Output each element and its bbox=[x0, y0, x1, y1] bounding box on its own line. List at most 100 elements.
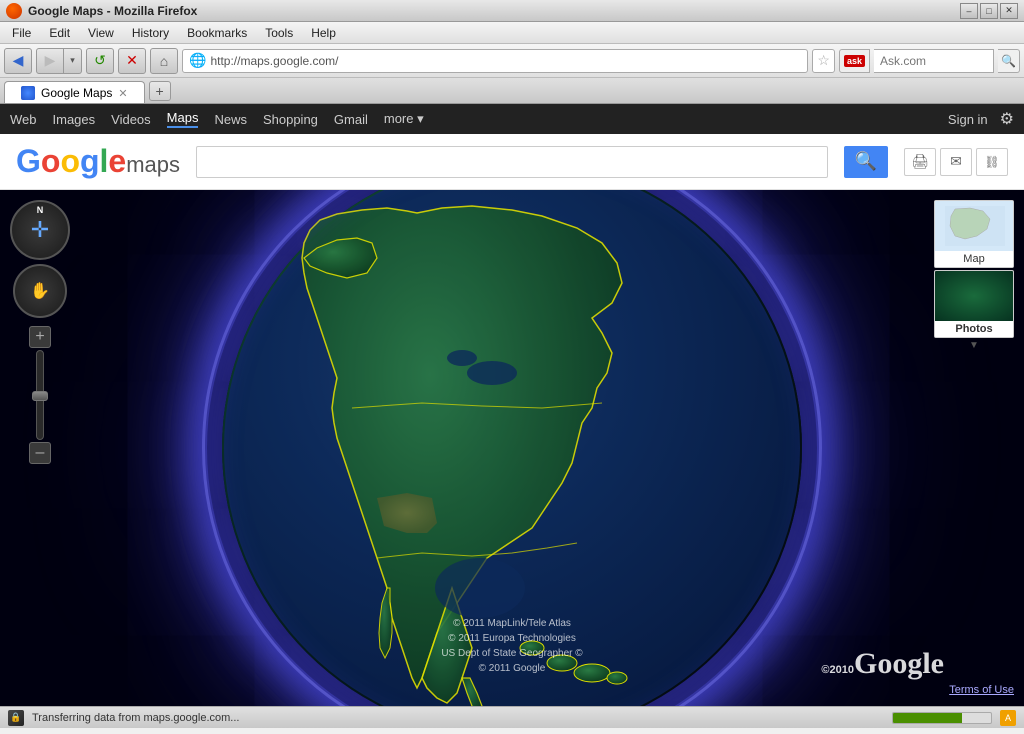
zoom-out-button[interactable]: – bbox=[29, 442, 51, 464]
zoom-thumb[interactable] bbox=[32, 391, 48, 401]
email-icon: ✉ bbox=[950, 153, 962, 170]
menu-help[interactable]: Help bbox=[303, 24, 344, 42]
minimize-button[interactable]: – bbox=[960, 3, 978, 19]
watermark-copy: ©2010 bbox=[821, 664, 854, 676]
terms-of-use-link[interactable]: Terms of Use bbox=[949, 684, 1014, 696]
google-bar-maps[interactable]: Maps bbox=[167, 110, 199, 128]
watermark-text: Google bbox=[854, 647, 944, 680]
progress-fill bbox=[893, 713, 962, 723]
map-search-input[interactable] bbox=[196, 146, 828, 178]
email-button[interactable]: ✉ bbox=[940, 148, 972, 176]
print-icon: 🖨 bbox=[911, 153, 929, 170]
compass-control[interactable]: N ✛ bbox=[10, 200, 70, 260]
google-bar-news[interactable]: News bbox=[214, 112, 247, 127]
status-icon: 🔒 bbox=[8, 710, 24, 726]
close-button[interactable]: ✕ bbox=[1000, 3, 1018, 19]
window-controls[interactable]: – □ ✕ bbox=[960, 3, 1018, 19]
tool-buttons: 🖨 ✉ ⛓ bbox=[904, 148, 1008, 176]
logo-o1: o bbox=[41, 143, 61, 179]
back-button[interactable]: ◀ bbox=[4, 48, 32, 74]
forward-button[interactable]: ▶ bbox=[36, 48, 64, 74]
addon-icon[interactable]: A bbox=[1000, 710, 1016, 726]
map-type-map-thumbnail bbox=[935, 201, 1013, 251]
status-bar: 🔒 Transferring data from maps.google.com… bbox=[0, 706, 1024, 728]
link-icon: ⛓ bbox=[984, 155, 999, 169]
status-text: Transferring data from maps.google.com..… bbox=[32, 712, 884, 724]
tab-title: Google Maps bbox=[41, 86, 112, 100]
google-bar-videos[interactable]: Videos bbox=[111, 112, 151, 127]
pan-icon: ✋ bbox=[30, 281, 50, 301]
zoom-slider: + – bbox=[29, 326, 51, 464]
forward-dropdown[interactable]: ▾ bbox=[64, 48, 82, 74]
menu-tools[interactable]: Tools bbox=[257, 24, 301, 42]
menu-bookmarks[interactable]: Bookmarks bbox=[179, 24, 255, 42]
nav-bar: ◀ ▶ ▾ ↺ ✕ ⌂ 🌐 http://maps.google.com/ ☆ … bbox=[0, 44, 1024, 78]
globe-map-svg bbox=[222, 190, 802, 706]
tab-favicon bbox=[21, 86, 35, 100]
title-bar-left: Google Maps - Mozilla Firefox bbox=[6, 3, 197, 19]
map-type-photos-label: Photos bbox=[935, 321, 1013, 337]
menu-history[interactable]: History bbox=[124, 24, 177, 42]
map-type-map-label: Map bbox=[935, 251, 1013, 267]
menu-bar: File Edit View History Bookmarks Tools H… bbox=[0, 22, 1024, 44]
tab-close-button[interactable]: ✕ bbox=[118, 87, 127, 100]
window-title: Google Maps - Mozilla Firefox bbox=[28, 4, 197, 18]
logo-o2: o bbox=[60, 143, 80, 179]
ask-search-input[interactable] bbox=[874, 49, 994, 73]
active-tab[interactable]: Google Maps ✕ bbox=[4, 81, 145, 103]
home-button[interactable]: ⌂ bbox=[150, 48, 178, 74]
settings-icon[interactable]: ⚙ bbox=[1000, 109, 1014, 129]
loading-progress-bar bbox=[892, 712, 992, 724]
logo-g: G bbox=[16, 143, 41, 179]
google-bar-gmail[interactable]: Gmail bbox=[334, 112, 368, 127]
print-button[interactable]: 🖨 bbox=[904, 148, 936, 176]
url-text: http://maps.google.com/ bbox=[210, 54, 338, 68]
ask-brand: ask bbox=[844, 55, 865, 67]
map-thumb-svg bbox=[935, 201, 1014, 251]
firefox-icon bbox=[6, 3, 22, 19]
google-bar-right: Sign in ⚙ bbox=[948, 109, 1014, 129]
menu-view[interactable]: View bbox=[80, 24, 122, 42]
google-bar-shopping[interactable]: Shopping bbox=[263, 112, 318, 127]
logo-g2: g bbox=[80, 143, 100, 179]
compass-north: N bbox=[37, 205, 44, 215]
google-bar-web[interactable]: Web bbox=[10, 112, 37, 127]
logo-text: Google bbox=[16, 143, 126, 180]
compass-arrows: ✛ bbox=[31, 219, 49, 241]
link-button[interactable]: ⛓ bbox=[976, 148, 1008, 176]
ask-logo: ask bbox=[839, 49, 870, 73]
lock-icon: 🌐 bbox=[189, 52, 206, 69]
map-type-panel: Map Photos ▼ bbox=[934, 200, 1014, 351]
search-icon: 🔍 bbox=[855, 151, 877, 172]
new-tab-button[interactable]: + bbox=[149, 81, 171, 101]
google-watermark: ©2010Google bbox=[821, 647, 944, 681]
logo-e: e bbox=[108, 143, 126, 179]
map-type-map-button[interactable]: Map bbox=[934, 200, 1014, 268]
globe bbox=[222, 190, 802, 706]
maximize-button[interactable]: □ bbox=[980, 3, 998, 19]
pan-control[interactable]: ✋ bbox=[13, 264, 67, 318]
title-bar: Google Maps - Mozilla Firefox – □ ✕ bbox=[0, 0, 1024, 22]
map-container[interactable]: N ✛ ✋ + – Ma bbox=[0, 190, 1024, 706]
star-icon: ☆ bbox=[817, 52, 830, 69]
google-bar-more[interactable]: more ▾ bbox=[384, 111, 424, 127]
menu-edit[interactable]: Edit bbox=[41, 24, 78, 42]
zoom-track[interactable] bbox=[36, 350, 44, 440]
zoom-in-button[interactable]: + bbox=[29, 326, 51, 348]
menu-file[interactable]: File bbox=[4, 24, 39, 42]
home-icon: ⌂ bbox=[160, 53, 168, 69]
google-bar-images[interactable]: Images bbox=[53, 112, 96, 127]
sign-in-button[interactable]: Sign in bbox=[948, 112, 988, 127]
star-button[interactable]: ☆ bbox=[812, 49, 835, 73]
ask-search-button[interactable]: 🔍 bbox=[998, 49, 1020, 73]
map-type-photos-thumbnail bbox=[935, 271, 1013, 321]
stop-button[interactable]: ✕ bbox=[118, 48, 146, 74]
logo-maps-text: maps bbox=[126, 152, 180, 178]
url-bar[interactable]: 🌐 http://maps.google.com/ bbox=[182, 49, 808, 73]
tab-bar: Google Maps ✕ + bbox=[0, 78, 1024, 104]
map-type-photos-button[interactable]: Photos bbox=[934, 270, 1014, 338]
map-search-button[interactable]: 🔍 bbox=[844, 146, 888, 178]
google-logo: Google maps bbox=[16, 143, 180, 180]
photos-expand-arrow[interactable]: ▼ bbox=[934, 340, 1014, 351]
reload-button[interactable]: ↺ bbox=[86, 48, 114, 74]
